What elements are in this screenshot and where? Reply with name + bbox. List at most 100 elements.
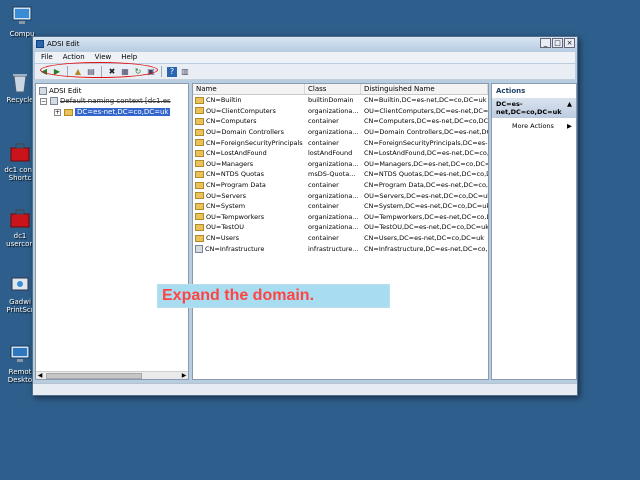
- details-list[interactable]: Name Class Distinguished Name CN=Builtin…: [192, 83, 489, 380]
- table-row[interactable]: CN=Computers container CN=Computers,DC=es-…: [193, 116, 488, 127]
- adsi-edit-root-icon: [39, 87, 47, 95]
- collapse-icon[interactable]: −: [40, 97, 47, 105]
- table-row[interactable]: CN=ForeignSecurityPrincipals container CN=…: [193, 137, 488, 148]
- expand-icon[interactable]: +: [54, 108, 61, 116]
- table-row[interactable]: CN=NTDS Quotas msDS-Quota... CN=NTDS Quota…: [193, 169, 488, 180]
- tree-domain-node[interactable]: + DC=es-net,DC=co,DC=uk: [54, 107, 171, 117]
- table-row[interactable]: CN=Builtin builtinDomain CN=Builtin,DC=es-…: [193, 95, 488, 106]
- adsi-edit-window: ADSI Edit _ □ × File Action View Help ◀ …: [32, 36, 578, 396]
- cell-distinguished-name: CN=ForeignSecurityPrincipals,DC=es-net: [364, 138, 488, 147]
- cell-distinguished-name: CN=NTDS Quotas,DC=es-net,DC=co,DC: [364, 170, 488, 179]
- desktop-icon-computer[interactable]: Compu: [2, 4, 42, 38]
- row-name-text: CN=Infrastructure: [205, 244, 265, 253]
- close-button[interactable]: ×: [564, 38, 575, 48]
- domain-node-label: DC=es-net,DC=co,DC=uk: [75, 108, 171, 116]
- menu-help[interactable]: Help: [121, 52, 137, 63]
- cell-distinguished-name: CN=Infrastructure,DC=es-net,DC=co,DC: [364, 244, 488, 253]
- cell-class: container: [308, 181, 339, 190]
- cell-class: infrastructure...: [308, 244, 359, 253]
- cell-name: CN=Program Data: [193, 180, 305, 190]
- show-action-pane-icon[interactable]: ▥: [180, 67, 190, 77]
- tree-horizontal-scrollbar[interactable]: ◀ ▶: [36, 371, 188, 379]
- computer-icon: [12, 6, 32, 24]
- more-actions-label: More Actions: [512, 122, 554, 130]
- tree-pane[interactable]: ADSI Edit − Default naming context [dc1.e…: [35, 83, 189, 380]
- actions-section-header[interactable]: DC=es-net,DC=co,DC=uk ▲: [492, 98, 576, 118]
- cell-class: container: [308, 138, 339, 147]
- column-header-distinguished-name[interactable]: Distinguished Name: [361, 84, 488, 94]
- row-name-text: OU=TestOU: [206, 223, 244, 232]
- table-row[interactable]: CN=System container CN=System,DC=es-net,DC…: [193, 201, 488, 212]
- cell-name: CN=Builtin: [193, 95, 305, 105]
- cell-class: organizationa...: [308, 128, 359, 137]
- actions-title: Actions: [496, 87, 526, 95]
- folder-icon: [195, 96, 204, 104]
- table-row[interactable]: CN=Program Data container CN=Program Data,…: [193, 180, 488, 191]
- folder-icon: [195, 181, 204, 189]
- folder-icon: [195, 107, 204, 115]
- toolbar-separator: [161, 66, 162, 77]
- cell-distinguished-name: CN=Users,DC=es-net,DC=co,DC=uk: [364, 234, 485, 243]
- more-actions-item[interactable]: More Actions ▶: [492, 118, 576, 130]
- list-header: Name Class Distinguished Name: [193, 84, 488, 95]
- cell-distinguished-name: CN=LostAndFound,DC=es-net,DC=co,DC: [364, 149, 488, 158]
- maximize-button[interactable]: □: [552, 38, 563, 48]
- folder-icon: [64, 108, 73, 116]
- cell-distinguished-name: OU=TestOU,DC=es-net,DC=co,DC=uk: [364, 223, 488, 232]
- table-row[interactable]: CN=LostAndFound lostAndFound CN=LostAndFou…: [193, 148, 488, 159]
- table-row[interactable]: OU=ClientComputers organizationa... OU=Cli…: [193, 106, 488, 117]
- table-row[interactable]: CN=Infrastructure infrastructure... CN=Inf…: [193, 243, 488, 254]
- cell-name: CN=System: [193, 201, 305, 211]
- column-header-name[interactable]: Name: [193, 84, 305, 94]
- folder-icon: [195, 170, 204, 178]
- title-bar[interactable]: ADSI Edit _ □ ×: [33, 37, 577, 51]
- cell-distinguished-name: CN=System,DC=es-net,DC=co,DC=uk: [364, 202, 488, 211]
- cell-name: OU=Managers: [193, 159, 305, 169]
- cell-name: OU=TestOU: [193, 222, 305, 232]
- toolbox-icon: [10, 209, 30, 228]
- collapse-arrow-icon: ▲: [567, 100, 572, 108]
- scrollbar-thumb[interactable]: [46, 373, 142, 379]
- minimize-button[interactable]: _: [540, 38, 551, 48]
- column-header-class[interactable]: Class: [305, 84, 361, 94]
- table-row[interactable]: CN=Users container CN=Users,DC=es-net,DC=c…: [193, 233, 488, 244]
- cell-name: OU=Tempworkers: [193, 212, 305, 222]
- remote-desktop-icon: [10, 345, 30, 362]
- cell-class: organizationa...: [308, 159, 359, 168]
- cell-class: container: [308, 202, 339, 211]
- table-row[interactable]: OU=Servers organizationa... OU=Servers,DC=…: [193, 190, 488, 201]
- cell-class: builtinDomain: [308, 96, 354, 105]
- help-icon[interactable]: ?: [167, 66, 177, 77]
- highlight-ring: [40, 62, 158, 78]
- row-name-text: CN=NTDS Quotas: [206, 170, 265, 179]
- tree-naming-context[interactable]: − Default naming context [dc1.es: [40, 96, 171, 106]
- table-row[interactable]: OU=Domain Controllers organizationa... OU=…: [193, 127, 488, 138]
- actions-section-label: DC=es-net,DC=co,DC=uk: [496, 100, 562, 116]
- row-name-text: OU=Managers: [206, 159, 254, 168]
- cell-name: CN=Computers: [193, 116, 305, 126]
- cell-distinguished-name: OU=Domain Controllers,DC=es-net,DC=co: [364, 128, 488, 137]
- naming-context-label: Default naming context [dc1.es: [60, 97, 171, 105]
- printscreen-icon: [11, 277, 29, 291]
- scroll-right-icon[interactable]: ▶: [180, 372, 188, 379]
- folder-icon: [195, 149, 204, 157]
- row-name-text: OU=Tempworkers: [206, 212, 265, 221]
- menu-file[interactable]: File: [41, 52, 53, 63]
- table-row[interactable]: OU=Tempworkers organizationa... OU=Tempwor…: [193, 212, 488, 223]
- folder-icon: [195, 213, 204, 221]
- naming-context-icon: [50, 97, 58, 105]
- cell-name: CN=NTDS Quotas: [193, 169, 305, 179]
- row-name-text: CN=System: [206, 202, 246, 211]
- scroll-left-icon[interactable]: ◀: [36, 372, 44, 379]
- folder-icon: [195, 160, 204, 168]
- row-name-text: CN=LostAndFound: [206, 149, 267, 158]
- row-name-text: CN=Builtin: [206, 96, 242, 105]
- tree-root[interactable]: ADSI Edit: [39, 86, 81, 96]
- status-bar: [33, 383, 577, 395]
- list-body: CN=Builtin builtinDomain CN=Builtin,DC=es-…: [193, 95, 488, 254]
- table-row[interactable]: OU=TestOU organizationa... OU=TestOU,DC=es…: [193, 222, 488, 233]
- cell-distinguished-name: OU=Managers,DC=es-net,DC=co,DC=u: [364, 159, 488, 168]
- table-row[interactable]: OU=Managers organizationa... OU=Managers,D…: [193, 159, 488, 170]
- cell-name: OU=ClientComputers: [193, 106, 305, 116]
- tree-root-label: ADSI Edit: [49, 87, 82, 95]
